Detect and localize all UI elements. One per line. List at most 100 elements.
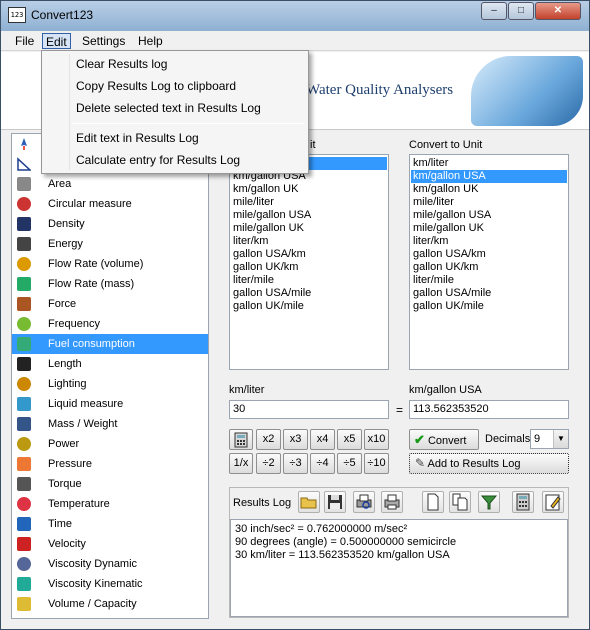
edit-log-button[interactable]	[542, 491, 564, 513]
category-item[interactable]: Flow Rate (volume)	[12, 254, 208, 274]
app-icon: 123	[8, 7, 26, 23]
close-button[interactable]: ✕	[535, 2, 581, 20]
category-label: Time	[48, 518, 73, 530]
divide-3-button[interactable]: ÷3	[283, 453, 308, 474]
edit-menu-dropdown: Clear Results log Copy Results Log to cl…	[41, 50, 309, 174]
funnel-icon	[17, 577, 31, 591]
decimals-select[interactable]: 9 ▼	[530, 429, 569, 449]
category-item[interactable]: Lighting	[12, 374, 208, 394]
multiply-4-button[interactable]: x4	[310, 429, 335, 450]
filter-button[interactable]	[478, 491, 500, 513]
menu-delete-selected-text[interactable]: Delete selected text in Results Log	[76, 101, 261, 115]
category-item[interactable]: Pressure	[12, 454, 208, 474]
to-unit-list-item[interactable]: gallon USA/mile	[411, 287, 567, 300]
category-item[interactable]: Circular measure	[12, 194, 208, 214]
from-unit-list-item[interactable]: liter/mile	[231, 274, 387, 287]
category-item[interactable]: Energy	[12, 234, 208, 254]
from-unit-list-item[interactable]: gallon UK/km	[231, 261, 387, 274]
print-preview-button[interactable]	[353, 491, 375, 513]
menu-clear-results-log[interactable]: Clear Results log	[76, 57, 167, 71]
category-item[interactable]: Time	[12, 514, 208, 534]
to-unit-list-item[interactable]: gallon UK/km	[411, 261, 567, 274]
menu-edit[interactable]: Edit	[42, 33, 71, 49]
category-item[interactable]: Torque	[12, 474, 208, 494]
new-document-button[interactable]	[422, 491, 444, 513]
category-item[interactable]: Velocity	[12, 534, 208, 554]
category-item[interactable]: Area	[12, 174, 208, 194]
from-unit-list-item[interactable]: gallon USA/km	[231, 248, 387, 261]
minimize-button[interactable]: –	[481, 2, 507, 20]
category-item[interactable]: Power	[12, 434, 208, 454]
category-item[interactable]: Viscosity Kinematic	[12, 574, 208, 594]
save-button[interactable]	[324, 491, 346, 513]
to-unit-list[interactable]: km/liter km/gallon USA km/gallon UK mile/li…	[409, 154, 569, 370]
to-unit-list-item[interactable]: mile/gallon UK	[411, 222, 567, 235]
open-folder-button[interactable]	[298, 491, 320, 513]
to-unit-list-item[interactable]: km/liter	[411, 157, 567, 170]
category-label: Temperature	[48, 498, 110, 510]
divide-4-button[interactable]: ÷4	[310, 453, 335, 474]
menu-copy-results-log[interactable]: Copy Results Log to clipboard	[76, 79, 236, 93]
category-item[interactable]: Mass / Weight	[12, 414, 208, 434]
from-unit-list-item[interactable]: mile/gallon UK	[231, 222, 387, 235]
to-unit-list-item[interactable]: km/gallon USA	[411, 170, 567, 183]
category-item[interactable]: Viscosity Dynamic	[12, 554, 208, 574]
convert-button[interactable]: ✔ Convert	[409, 429, 479, 450]
menu-edit-text[interactable]: Edit text in Results Log	[76, 131, 199, 145]
multiply-5-button[interactable]: x5	[337, 429, 362, 450]
to-unit-list-item[interactable]: mile/gallon USA	[411, 209, 567, 222]
copy-button[interactable]	[449, 491, 471, 513]
from-unit-list-item[interactable]: gallon USA/mile	[231, 287, 387, 300]
divide-2-button[interactable]: ÷2	[256, 453, 281, 474]
divide-10-button[interactable]: ÷10	[364, 453, 389, 474]
category-item[interactable]: Fuel consumption	[12, 334, 208, 354]
maximize-button[interactable]: □	[508, 2, 534, 20]
from-unit-list[interactable]: km/literkm/gallon USAkm/gallon UKmile/li…	[229, 154, 389, 370]
from-value-label: km/liter	[229, 384, 265, 396]
category-item[interactable]: Force	[12, 294, 208, 314]
multiply-3-button[interactable]: x3	[283, 429, 308, 450]
from-unit-list-item[interactable]: liter/km	[231, 235, 387, 248]
category-item[interactable]: Volume / Capacity	[12, 594, 208, 614]
from-unit-list-item[interactable]: mile/gallon USA	[231, 209, 387, 222]
category-list[interactable]: Area Circular measure Density Energy Flow Ra…	[11, 133, 209, 619]
print-button[interactable]	[381, 491, 403, 513]
divide-5-button[interactable]: ÷5	[337, 453, 362, 474]
chevron-down-icon[interactable]: ▼	[553, 430, 568, 448]
to-unit-list-item[interactable]: mile/liter	[411, 196, 567, 209]
calculate-button[interactable]	[512, 491, 534, 513]
pencil-note-icon: ✎	[415, 456, 426, 470]
menu-help[interactable]: Help	[135, 33, 166, 49]
menu-file[interactable]: File	[12, 33, 37, 49]
category-item[interactable]: Temperature	[12, 494, 208, 514]
category-label: Viscosity Dynamic	[48, 558, 138, 570]
category-item[interactable]: Length	[12, 354, 208, 374]
add-to-results-log-button[interactable]: ✎ Add to Results Log	[409, 453, 569, 474]
from-unit-list-item[interactable]: km/gallon UK	[231, 183, 387, 196]
to-unit-list-item[interactable]: km/gallon UK	[411, 183, 567, 196]
category-label: Viscosity Kinematic	[48, 578, 143, 590]
results-log-text[interactable]: 30 inch/sec² = 0.762000000 m/sec² 90 deg…	[230, 519, 568, 617]
reciprocal-button[interactable]: 1/x	[229, 453, 253, 474]
category-item[interactable]: Frequency	[12, 314, 208, 334]
category-item[interactable]: Liquid measure	[12, 394, 208, 414]
category-label: Frequency	[48, 318, 100, 330]
multiply-2-button[interactable]: x2	[256, 429, 281, 450]
menu-settings[interactable]: Settings	[79, 33, 128, 49]
from-unit-list-item[interactable]: mile/liter	[231, 196, 387, 209]
category-label: Power	[48, 438, 80, 450]
from-unit-list-item[interactable]: gallon UK/mile	[231, 300, 387, 313]
calculator-button[interactable]	[229, 429, 253, 450]
menu-calculate-entry[interactable]: Calculate entry for Results Log	[76, 153, 240, 167]
multiply-10-button[interactable]: x10	[364, 429, 389, 450]
input-value-field[interactable]: 30	[229, 400, 389, 419]
edit-pencil-icon	[545, 494, 561, 511]
to-unit-list-item[interactable]: gallon UK/mile	[411, 300, 567, 313]
to-unit-list-item[interactable]: liter/mile	[411, 274, 567, 287]
category-item[interactable]: Flow Rate (mass)	[12, 274, 208, 294]
to-unit-list-item[interactable]: liter/km	[411, 235, 567, 248]
power-icon	[17, 437, 31, 451]
to-unit-list-item[interactable]: gallon USA/km	[411, 248, 567, 261]
output-value-field[interactable]: 113.562353520	[409, 400, 569, 419]
category-item[interactable]: Density	[12, 214, 208, 234]
